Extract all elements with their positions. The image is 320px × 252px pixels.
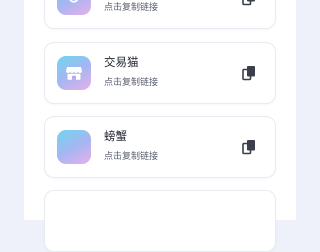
app-link-card-1[interactable]: 点击复制链接	[44, 0, 276, 29]
app-name: 交易猫	[104, 55, 139, 69]
app-icon-1	[57, 0, 91, 15]
copy-link-button[interactable]	[241, 0, 257, 7]
copy-link-button[interactable]	[241, 138, 257, 156]
app-icon-3	[57, 130, 91, 164]
store-icon	[66, 67, 82, 80]
app-name: 螃蟹	[104, 129, 127, 143]
refresh-icon	[69, 0, 79, 3]
app-link-card-4[interactable]	[44, 190, 276, 252]
copy-icon	[242, 0, 255, 6]
copy-link-hint: 点击复制链接	[104, 152, 159, 162]
copy-link-hint: 点击复制链接	[104, 3, 159, 13]
app-link-card-3[interactable]: 螃蟹 点击复制链接	[44, 116, 276, 178]
app-link-panel: 点击复制链接 交易猫 点击复制链接 螃蟹 点击复制链接	[24, 0, 296, 252]
copy-link-button[interactable]	[241, 64, 257, 82]
copy-icon	[242, 140, 255, 155]
copy-icon	[242, 66, 255, 81]
app-icon-2	[57, 56, 91, 90]
app-link-card-2[interactable]: 交易猫 点击复制链接	[44, 42, 276, 104]
copy-link-hint: 点击复制链接	[104, 78, 159, 88]
